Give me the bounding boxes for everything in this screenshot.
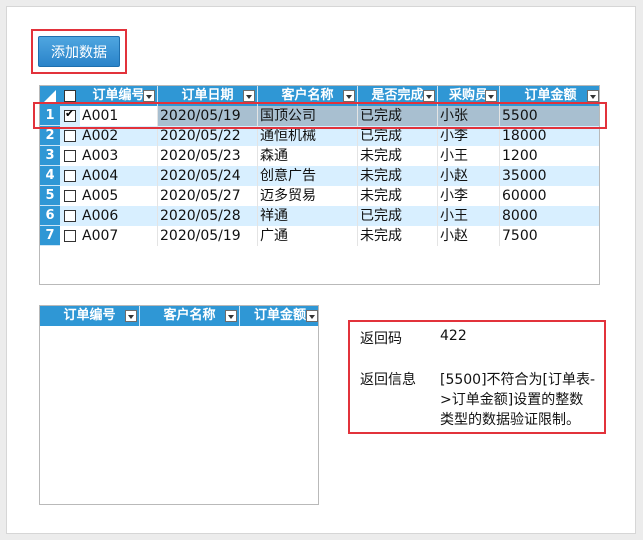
table-cell[interactable]: 35000 [500, 166, 599, 186]
dropdown-icon[interactable] [587, 90, 599, 102]
row-checkbox[interactable] [64, 170, 76, 182]
dropdown-icon[interactable] [243, 90, 255, 102]
row-number[interactable]: 6 [40, 206, 60, 226]
table-cell[interactable]: A002 [80, 126, 158, 146]
table-cell[interactable]: 2020/05/23 [158, 146, 258, 166]
dropdown-icon[interactable] [125, 310, 137, 322]
header-label: 订单日期 [181, 88, 234, 103]
result-grid: 订单编号 客户名称 订单金额 [39, 305, 319, 505]
table-cell[interactable]: 通恒机械 [258, 126, 358, 146]
table-cell[interactable]: 18000 [500, 126, 599, 146]
table-cell[interactable]: A006 [80, 206, 158, 226]
row-number[interactable]: 2 [40, 126, 60, 146]
table-row[interactable]: A003 2020/05/23 森通 未完成 小王 1200 [60, 146, 599, 166]
table-cell[interactable]: A005 [80, 186, 158, 206]
table-cell[interactable]: 小赵 [438, 226, 500, 246]
header-label: 订单编号 [92, 88, 145, 103]
table-cell[interactable]: 小李 [438, 186, 500, 206]
return-message-line-3: 类型的数据验证限制。 [440, 412, 580, 428]
return-message-line-1: [5500]不符合为[订单表- [440, 372, 596, 388]
row-checkbox[interactable] [64, 130, 76, 142]
table-cell[interactable]: 未完成 [358, 226, 438, 246]
row-checkbox[interactable] [64, 210, 76, 222]
row-number[interactable]: 3 [40, 146, 60, 166]
table-row[interactable]: A007 2020/05/19 广通 未完成 小赵 7500 [60, 226, 599, 246]
row-checkbox[interactable] [64, 230, 76, 242]
header-checkbox[interactable] [64, 90, 76, 102]
table-cell[interactable]: A004 [80, 166, 158, 186]
table-cell[interactable]: 2020/05/27 [158, 186, 258, 206]
header-amount[interactable]: 订单金额 [240, 306, 318, 326]
header-customer[interactable]: 客户名称 [140, 306, 240, 326]
table-cell[interactable]: 60000 [500, 186, 599, 206]
return-code-label: 返回码 [360, 331, 402, 347]
table-row[interactable]: A006 2020/05/28 祥通 已完成 小王 8000 [60, 206, 599, 226]
table-cell[interactable]: 小王 [438, 146, 500, 166]
header-label: 客户名称 [281, 88, 334, 103]
table-cell[interactable]: 广通 [258, 226, 358, 246]
dropdown-icon[interactable] [343, 90, 355, 102]
table-cell[interactable]: 8000 [500, 206, 599, 226]
table-row[interactable]: A004 2020/05/24 创意广告 未完成 小赵 35000 [60, 166, 599, 186]
return-code-value: 422 [440, 328, 467, 344]
table-cell[interactable]: 2020/05/28 [158, 206, 258, 226]
header-label: 客户名称 [163, 308, 216, 323]
selected-row-highlight [33, 102, 607, 129]
table-cell[interactable]: 小李 [438, 126, 500, 146]
result-grid-header: 订单编号 客户名称 订单金额 [40, 306, 318, 326]
table-cell[interactable]: 未完成 [358, 186, 438, 206]
row-number[interactable]: 7 [40, 226, 60, 246]
table-cell[interactable]: 1200 [500, 146, 599, 166]
table-row[interactable]: A002 2020/05/22 通恒机械 已完成 小李 18000 [60, 126, 599, 146]
return-message-line-2: >订单金额]设置的整数 [440, 392, 584, 408]
table-cell[interactable]: 已完成 [358, 126, 438, 146]
dropdown-icon[interactable] [423, 90, 435, 102]
table-row[interactable]: A005 2020/05/27 迈多贸易 未完成 小李 60000 [60, 186, 599, 206]
dropdown-icon[interactable] [225, 310, 237, 322]
table-cell[interactable]: A003 [80, 146, 158, 166]
table-cell[interactable]: 小赵 [438, 166, 500, 186]
dropdown-icon[interactable] [143, 90, 155, 102]
table-cell[interactable]: 未完成 [358, 146, 438, 166]
return-message-label: 返回信息 [360, 372, 416, 388]
header-label: 订单金额 [253, 308, 306, 323]
header-label: 订单金额 [524, 88, 577, 103]
header-label: 采购员 [448, 88, 488, 103]
header-label: 是否完成 [371, 88, 424, 103]
header-label: 订单编号 [63, 308, 116, 323]
dropdown-icon[interactable] [485, 90, 497, 102]
row-number[interactable]: 4 [40, 166, 60, 186]
row-checkbox[interactable] [64, 190, 76, 202]
table-cell[interactable]: 祥通 [258, 206, 358, 226]
dropdown-icon[interactable] [306, 310, 318, 322]
add-data-button[interactable]: 添加数据 [38, 36, 120, 67]
table-cell[interactable]: 2020/05/22 [158, 126, 258, 146]
table-cell[interactable]: 小王 [438, 206, 500, 226]
header-order-id[interactable]: 订单编号 [40, 306, 140, 326]
row-number[interactable]: 5 [40, 186, 60, 206]
table-cell[interactable]: 2020/05/24 [158, 166, 258, 186]
table-cell[interactable]: A007 [80, 226, 158, 246]
table-cell[interactable]: 未完成 [358, 166, 438, 186]
table-cell[interactable]: 迈多贸易 [258, 186, 358, 206]
table-cell[interactable]: 2020/05/19 [158, 226, 258, 246]
table-cell[interactable]: 已完成 [358, 206, 438, 226]
table-cell[interactable]: 7500 [500, 226, 599, 246]
row-checkbox[interactable] [64, 150, 76, 162]
table-cell[interactable]: 森通 [258, 146, 358, 166]
table-cell[interactable]: 创意广告 [258, 166, 358, 186]
